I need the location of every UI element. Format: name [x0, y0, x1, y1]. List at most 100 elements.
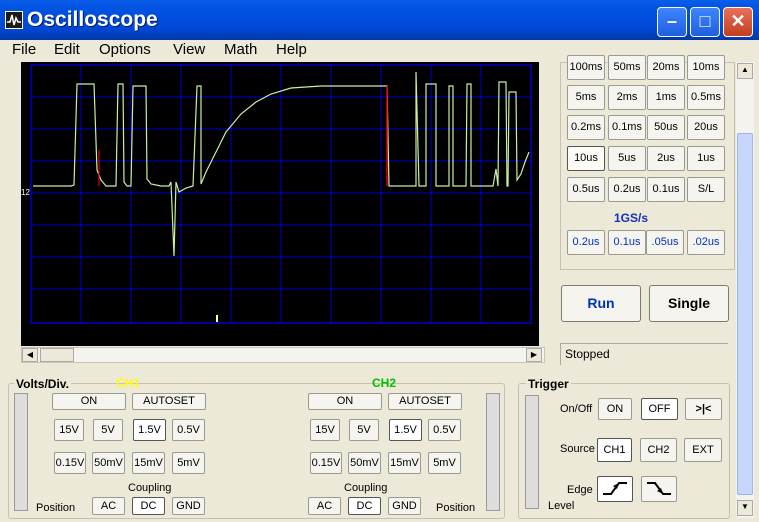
timebase-button-0.5ms[interactable]: 0.5ms [687, 85, 725, 110]
single-button[interactable]: Single [649, 285, 729, 322]
trigger-on-button[interactable]: ON [598, 398, 632, 420]
volts-div-title: Volts/Div. [14, 377, 71, 391]
ch1-on-button[interactable]: ON [52, 393, 126, 410]
trigger-source-ext[interactable]: EXT [684, 438, 722, 462]
ch1-label: CH1 [116, 376, 141, 390]
ch2-volts-5mv[interactable]: 5mV [428, 452, 461, 474]
ch1-coupling-ac[interactable]: AC [92, 497, 125, 515]
scroll-right-button[interactable]: ▶ [526, 348, 542, 362]
rising-edge-button[interactable] [597, 476, 633, 502]
horizontal-scrollbar[interactable] [21, 347, 545, 363]
trigger-edge-label: Edge [567, 484, 593, 496]
timebase-button-2us[interactable]: 2us [647, 146, 685, 171]
ch2-volts-0.15v[interactable]: 0.15V [310, 452, 342, 474]
ch1-volts-0.15v[interactable]: 0.15V [54, 452, 86, 474]
timebase-button-2ms[interactable]: 2ms [608, 85, 646, 110]
timebase-button-50ms[interactable]: 50ms [608, 55, 646, 80]
ch2-volts-15v[interactable]: 15V [310, 419, 340, 441]
scroll-left-button[interactable]: ◀ [22, 348, 38, 362]
trigger-level-label: Level [548, 500, 575, 512]
scroll-thumb[interactable] [40, 348, 74, 362]
window-title: Oscilloscope [27, 8, 158, 31]
ch1-position-slider[interactable] [14, 393, 28, 511]
fast-button-02us[interactable]: .02us [687, 230, 725, 255]
arrow-down-icon: ▼ [741, 502, 749, 511]
ch2-autoset-button[interactable]: AUTOSET [388, 393, 462, 410]
ch2-volts-5v[interactable]: 5V [349, 419, 379, 441]
scroll-down-button[interactable]: ▼ [737, 500, 753, 516]
ch1-volts-5v[interactable]: 5V [93, 419, 123, 441]
timebase-button-10us[interactable]: 10us [567, 146, 605, 171]
ch2-volts-50mv[interactable]: 50mV [348, 452, 381, 474]
ch2-on-button[interactable]: ON [308, 393, 382, 410]
menu-view[interactable]: View [173, 41, 205, 58]
minimize-button[interactable]: – [657, 7, 687, 37]
timebase-button-20ms[interactable]: 20ms [647, 55, 685, 80]
arrow-left-icon: ◀ [26, 350, 34, 359]
trigger-source-ch1[interactable]: CH1 [597, 438, 632, 462]
ch2-coupling-ac[interactable]: AC [308, 497, 341, 515]
ch1-coupling-gnd[interactable]: GND [172, 497, 205, 515]
ch2-position-slider[interactable] [486, 393, 500, 511]
ch1-autoset-button[interactable]: AUTOSET [132, 393, 206, 410]
trigger-onoff-label: On/Off [560, 403, 593, 415]
status-text: Stopped [565, 347, 610, 361]
ch1-volts-50mv[interactable]: 50mV [92, 452, 125, 474]
timebase-button-1ms[interactable]: 1ms [647, 85, 685, 110]
app-icon [5, 11, 23, 29]
waveform-display[interactable]: 12 [21, 62, 539, 346]
ch2-volts-15mv[interactable]: 15mV [388, 452, 421, 474]
trigger-center-button[interactable]: >|< [685, 398, 722, 420]
ch1-volts-1.5v[interactable]: 1.5V [133, 419, 166, 441]
vertical-scroll-thumb[interactable] [737, 133, 753, 495]
minimize-icon: – [666, 11, 677, 31]
menu-options[interactable]: Options [99, 41, 151, 58]
sample-rate-label: 1GS/s [614, 211, 649, 225]
falling-edge-icon [647, 482, 671, 495]
trigger-off-button[interactable]: OFF [641, 398, 678, 420]
maximize-button[interactable]: □ [690, 7, 720, 37]
timebase-button-S/L[interactable]: S/L [687, 177, 725, 202]
ch2-coupling-dc[interactable]: DC [348, 497, 381, 515]
timebase-button-20us[interactable]: 20us [687, 115, 725, 140]
menu-file[interactable]: File [12, 41, 36, 58]
timebase-button-50us[interactable]: 50us [647, 115, 685, 140]
menu-help[interactable]: Help [276, 41, 307, 58]
fast-button-0.2us[interactable]: 0.2us [567, 230, 605, 255]
timebase-button-0.1us[interactable]: 0.1us [647, 177, 685, 202]
timebase-button-1us[interactable]: 1us [687, 146, 725, 171]
ch2-volts-1.5v[interactable]: 1.5V [389, 419, 422, 441]
menu-math[interactable]: Math [224, 41, 257, 58]
timebase-button-0.1ms[interactable]: 0.1ms [608, 115, 646, 140]
rising-edge-icon [603, 482, 627, 495]
fast-button-05us[interactable]: .05us [646, 230, 684, 255]
trigger-source-ch2[interactable]: CH2 [640, 438, 677, 462]
trigger-level-slider[interactable] [525, 395, 539, 509]
maximize-icon: □ [699, 11, 711, 31]
ch2-position-label: Position [436, 502, 476, 514]
arrow-right-icon: ▶ [530, 350, 538, 359]
fast-button-0.1us[interactable]: 0.1us [608, 230, 646, 255]
close-button[interactable]: ✕ [723, 7, 753, 37]
timebase-button-5us[interactable]: 5us [608, 146, 646, 171]
timebase-button-10ms[interactable]: 10ms [687, 55, 725, 80]
trigger-source-label: Source [560, 443, 595, 455]
ch2-volts-0.5v[interactable]: 0.5V [428, 419, 461, 441]
ch2-coupling-gnd[interactable]: GND [388, 497, 421, 515]
timebase-button-0.2ms[interactable]: 0.2ms [567, 115, 605, 140]
ch2-label: CH2 [372, 376, 397, 390]
ch1-volts-15v[interactable]: 15V [54, 419, 84, 441]
timebase-button-0.5us[interactable]: 0.5us [567, 177, 605, 202]
scroll-up-button[interactable]: ▲ [737, 63, 753, 79]
ch1-coupling-dc[interactable]: DC [132, 497, 165, 515]
timebase-button-0.2us[interactable]: 0.2us [608, 177, 646, 202]
run-button[interactable]: Run [561, 285, 641, 322]
timebase-button-5ms[interactable]: 5ms [567, 85, 605, 110]
timebase-button-100ms[interactable]: 100ms [567, 55, 605, 80]
ch1-volts-5mv[interactable]: 5mV [172, 452, 205, 474]
ch1-volts-0.5v[interactable]: 0.5V [172, 419, 205, 441]
ch1-volts-15mv[interactable]: 15mV [132, 452, 165, 474]
falling-edge-button[interactable] [641, 476, 677, 502]
arrow-up-icon: ▲ [741, 65, 749, 74]
menu-edit[interactable]: Edit [54, 41, 80, 58]
